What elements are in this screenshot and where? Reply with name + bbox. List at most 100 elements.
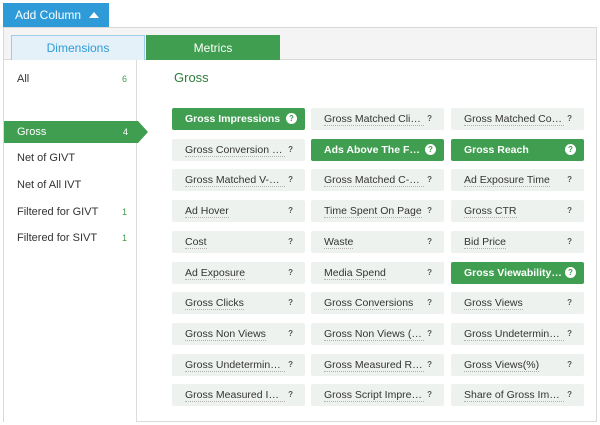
metric-chip[interactable]: Waste? (311, 231, 444, 253)
metric-chip[interactable]: Bid Price? (451, 231, 584, 253)
metric-chip[interactable]: Gross Non Views (%)? (311, 323, 444, 345)
help-icon[interactable]: ? (288, 175, 293, 184)
metric-chip-label: Ads Above The Fold (324, 144, 424, 156)
metric-chip[interactable]: Gross Undetermined...? (172, 354, 305, 376)
help-icon[interactable]: ? (286, 113, 297, 124)
help-icon[interactable]: ? (427, 175, 432, 184)
help-icon[interactable]: ? (567, 237, 572, 246)
sidebar-item-net-of-all-ivt[interactable]: Net of All IVT (4, 174, 137, 196)
metric-chip-label: Gross Matched Clicks (324, 112, 424, 126)
metric-chip[interactable]: Gross Clicks? (172, 292, 305, 314)
metric-chip[interactable]: Share of Gross Impr...? (451, 384, 584, 406)
metric-chip[interactable]: Gross CTR? (451, 200, 584, 222)
help-icon[interactable]: ? (427, 360, 432, 369)
help-icon[interactable]: ? (427, 390, 432, 399)
help-icon[interactable]: ? (567, 206, 572, 215)
sidebar-item-gross[interactable]: Gross 4 (4, 121, 148, 143)
tab-bar: Dimensions Metrics (4, 28, 596, 60)
metric-chip-label: Gross Clicks (185, 296, 244, 310)
metric-chip-label: Gross Matched C-Co... (324, 173, 424, 187)
metric-chip-label: Ad Hover (185, 204, 229, 218)
metric-chip-label: Gross Measured Rat... (324, 358, 424, 372)
metric-chip[interactable]: Cost? (172, 231, 305, 253)
help-icon[interactable]: ? (427, 114, 432, 123)
tab-dimensions[interactable]: Dimensions (11, 35, 145, 60)
metric-chip-label: Gross Conversions (324, 296, 414, 310)
help-icon[interactable]: ? (567, 360, 572, 369)
help-icon[interactable]: ? (427, 268, 432, 277)
help-icon[interactable]: ? (288, 145, 293, 154)
metric-chip-label: Media Spend (324, 266, 386, 280)
metric-chip-label: Gross Viewability(%) (464, 267, 564, 279)
metric-chip-label: Bid Price (464, 235, 507, 249)
sidebar-item-filtered-for-sivt[interactable]: Filtered for SIVT 1 (4, 227, 137, 249)
metric-chip[interactable]: Gross Non Views? (172, 323, 305, 345)
metric-chip[interactable]: Media Spend? (311, 262, 444, 284)
help-icon[interactable]: ? (567, 329, 572, 338)
sidebar-item-filtered-for-givt[interactable]: Filtered for GIVT 1 (4, 201, 137, 223)
metric-chip[interactable]: Gross Views(%)? (451, 354, 584, 376)
help-icon[interactable]: ? (567, 390, 572, 399)
help-icon[interactable]: ? (427, 329, 432, 338)
metric-chip[interactable]: Gross Viewability(%)? (451, 262, 584, 284)
metric-chip-label: Gross Non Views (185, 327, 266, 341)
metric-chip-label: Time Spent On Page (324, 204, 422, 218)
metric-chip[interactable]: Ads Above The Fold? (311, 139, 444, 161)
help-icon[interactable]: ? (567, 175, 572, 184)
metric-chip[interactable]: Gross Impressions? (172, 108, 305, 130)
metric-chip[interactable]: Gross Matched C-Co...? (311, 169, 444, 191)
metric-chip[interactable]: Gross Matched Clicks? (311, 108, 444, 130)
metric-chip[interactable]: Gross Views? (451, 292, 584, 314)
metric-chip-label: Gross CTR (464, 204, 517, 218)
metric-chip[interactable]: Ad Exposure? (172, 262, 305, 284)
help-icon[interactable]: ? (567, 298, 572, 307)
add-column-panel: Dimensions Metrics All 6 Gross 4 Net of … (3, 27, 597, 422)
help-icon[interactable]: ? (565, 144, 576, 155)
metric-chip-label: Share of Gross Impr... (464, 388, 564, 402)
count-badge: 4 (122, 127, 128, 137)
metric-chip[interactable]: Gross Conversion Rate? (172, 139, 305, 161)
help-icon[interactable]: ? (427, 237, 432, 246)
help-icon[interactable]: ? (288, 237, 293, 246)
metric-chip-label: Waste (324, 235, 354, 249)
metric-chip[interactable]: Gross Matched V-Co...? (172, 169, 305, 191)
metric-category-sidebar: All 6 Gross 4 Net of GIVT Net of All IVT… (4, 60, 148, 422)
metric-chip[interactable]: Gross Measured Imp...? (172, 384, 305, 406)
metric-chip[interactable]: Ad Hover? (172, 200, 305, 222)
metric-chip-label: Gross Measured Imp... (185, 388, 285, 402)
section-title: Gross (174, 70, 209, 85)
metric-chip[interactable]: Gross Reach? (451, 139, 584, 161)
help-icon[interactable]: ? (425, 144, 436, 155)
metric-chip-label: Gross Reach (464, 144, 529, 156)
help-icon[interactable]: ? (288, 206, 293, 215)
add-column-button[interactable]: Add Column (3, 3, 109, 27)
sidebar-item-all[interactable]: All 6 (4, 68, 137, 90)
help-icon[interactable]: ? (427, 206, 432, 215)
help-icon[interactable]: ? (288, 329, 293, 338)
metric-chip-label: Gross Impressions (185, 113, 281, 125)
metric-chip[interactable]: Time Spent On Page? (311, 200, 444, 222)
metric-chip-label: Gross Script Impress... (324, 388, 424, 402)
metric-chip-label: Gross Undetermined... (185, 358, 285, 372)
help-icon[interactable]: ? (565, 267, 576, 278)
help-icon[interactable]: ? (288, 298, 293, 307)
help-icon[interactable]: ? (288, 360, 293, 369)
metric-chip-label: Cost (185, 235, 207, 249)
add-column-label: Add Column (15, 8, 82, 22)
active-pointer-icon (138, 121, 148, 143)
metric-chip[interactable]: Gross Script Impress...? (311, 384, 444, 406)
tab-metrics[interactable]: Metrics (146, 35, 280, 60)
metric-chip[interactable]: Gross Conversions? (311, 292, 444, 314)
metric-chip-label: Gross Non Views (%) (324, 327, 424, 341)
help-icon[interactable]: ? (288, 390, 293, 399)
metric-chip-label: Gross Conversion Rate (185, 143, 285, 157)
help-icon[interactable]: ? (427, 298, 432, 307)
caret-up-icon (89, 12, 99, 18)
help-icon[interactable]: ? (567, 114, 572, 123)
metric-chip[interactable]: Gross Measured Rat...? (311, 354, 444, 376)
sidebar-item-net-of-givt[interactable]: Net of GIVT (4, 147, 137, 169)
metric-chip[interactable]: Ad Exposure Time? (451, 169, 584, 191)
help-icon[interactable]: ? (288, 268, 293, 277)
metric-chip[interactable]: Gross Undetermined...? (451, 323, 584, 345)
metric-chip[interactable]: Gross Matched Conv...? (451, 108, 584, 130)
